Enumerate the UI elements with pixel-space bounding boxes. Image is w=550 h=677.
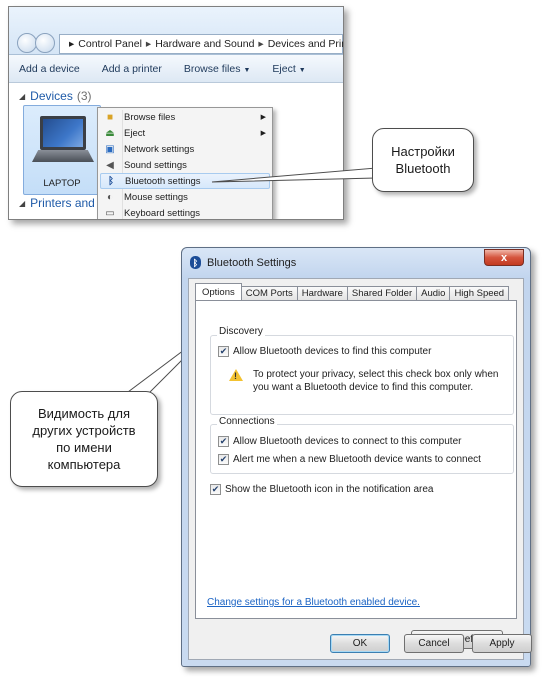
allow-connect-checkbox-row[interactable]: ✔ Allow Bluetooth devices to connect to …	[218, 436, 461, 447]
address-field[interactable]: ▸ Control Panel ▸ Hardware and Sound ▸ D…	[59, 34, 343, 54]
speaker-icon: ◀	[106, 159, 114, 171]
menu-item-mouse-settings[interactable]: ◐ Mouse settings	[100, 189, 270, 205]
menu-item-label: Keyboard settings	[124, 207, 201, 219]
options-panel: Discovery ✔ Allow Bluetooth devices to f…	[195, 300, 517, 619]
mouse-icon: ◐	[106, 191, 114, 203]
eject-button[interactable]: Eject ▼	[272, 63, 305, 75]
change-device-settings-link[interactable]: Change settings for a Bluetooth enabled …	[207, 597, 420, 608]
explorer-window: ▸ Control Panel ▸ Hardware and Sound ▸ D…	[8, 6, 344, 220]
tab-high-speed[interactable]: High Speed	[449, 286, 510, 300]
allow-connect-label: Allow Bluetooth devices to connect to th…	[233, 436, 462, 447]
connections-title: Connections	[217, 416, 277, 427]
add-device-label: Add a device	[19, 62, 80, 75]
folder-icon: ■	[106, 111, 114, 123]
back-button[interactable]	[17, 33, 37, 53]
bluetooth-icon: ᛒ	[190, 256, 201, 269]
menu-item-network-settings[interactable]: ▣ Network settings	[100, 141, 270, 157]
menu-item-eject[interactable]: ⏏ Eject ▶	[100, 125, 270, 141]
close-button[interactable]: x	[484, 249, 524, 266]
allow-find-label: Allow Bluetooth devices to find this com…	[233, 346, 432, 357]
browse-files-label: Browse files	[183, 62, 241, 75]
menu-item-sound-settings[interactable]: ◀ Sound settings	[100, 157, 270, 173]
bluetooth-settings-dialog: ᛒ Bluetooth Settings x Options COM Ports…	[181, 247, 532, 667]
dialog-title: Bluetooth Settings	[207, 256, 297, 269]
chevron-down-icon: ▼	[243, 66, 251, 74]
alert-checkbox-row[interactable]: ✔ Alert me when a new Bluetooth device w…	[218, 454, 481, 465]
warning-icon: !	[229, 369, 243, 381]
browse-files-button[interactable]: Browse files ▼	[184, 63, 251, 75]
forward-button[interactable]	[35, 33, 55, 53]
tab-shared-folder[interactable]: Shared Folder	[346, 286, 418, 300]
laptop-device-tile[interactable]: LAPTOP	[23, 105, 101, 195]
network-icon: ▣	[105, 143, 115, 155]
callout-discovery-visibility: Видимость для других устройств по имени …	[10, 391, 158, 487]
alert-checkbox[interactable]: ✔	[218, 454, 229, 465]
allow-find-checkbox[interactable]: ✔	[218, 346, 229, 357]
collapse-triangle-icon: ◢	[19, 198, 26, 208]
show-icon-label: Show the Bluetooth icon in the notificat…	[225, 484, 434, 495]
breadcrumb-control-panel[interactable]: Control Panel	[78, 38, 142, 50]
devices-count: (3)	[76, 89, 92, 103]
show-icon-checkbox-row[interactable]: ✔ Show the Bluetooth icon in the notific…	[210, 484, 433, 495]
menu-item-label: Bluetooth settings	[125, 175, 201, 187]
callout-bluetooth-settings: Настройки Bluetooth	[372, 128, 474, 192]
breadcrumb-hardware-sound[interactable]: Hardware and Sound	[155, 38, 254, 50]
bluetooth-icon: ᛒ	[108, 175, 114, 187]
menu-item-label: Sound settings	[124, 159, 187, 171]
add-printer-button[interactable]: Add a printer	[102, 63, 162, 75]
devices-label: Devices	[30, 89, 73, 103]
collapse-triangle-icon: ◢	[19, 91, 26, 101]
device-name: LAPTOP	[43, 178, 81, 189]
tab-com-ports[interactable]: COM Ports	[240, 286, 298, 300]
breadcrumb-sep: ▸	[258, 38, 264, 50]
submenu-arrow-icon: ▶	[260, 130, 266, 137]
dialog-body: Options COM Ports Hardware Shared Folder…	[188, 278, 524, 660]
discovery-title: Discovery	[217, 326, 265, 337]
command-bar: Add a device Add a printer Browse files ▼…	[9, 55, 343, 83]
breadcrumb-sep: ▸	[145, 38, 152, 50]
chevron-down-icon: ▼	[298, 66, 306, 74]
tab-hardware[interactable]: Hardware	[296, 286, 348, 300]
eject-label: Eject	[272, 62, 296, 75]
address-bar-area: ▸ Control Panel ▸ Hardware and Sound ▸ D…	[9, 7, 343, 55]
laptop-icon	[40, 116, 86, 150]
eject-icon: ⏏	[105, 127, 115, 139]
menu-item-label: Browse files	[124, 111, 176, 123]
tab-strip: Options COM Ports Hardware Shared Folder…	[195, 283, 510, 300]
keyboard-icon: ▭	[105, 207, 115, 219]
callout-text: Видимость для других устройств по имени …	[32, 406, 136, 472]
devices-section-header[interactable]: ◢ Devices (3)	[19, 89, 92, 103]
callout-text: Настройки Bluetooth	[391, 144, 455, 176]
laptop-base-shape	[32, 150, 94, 162]
privacy-warning-text: To protect your privacy, select this che…	[253, 369, 499, 393]
menu-item-keyboard-settings[interactable]: ▭ Keyboard settings	[100, 205, 270, 219]
dialog-title-bar: ᛒ Bluetooth Settings	[190, 256, 296, 269]
breadcrumb-devices-printers[interactable]: Devices and Printers	[268, 38, 343, 50]
apply-button[interactable]: Apply	[472, 634, 532, 653]
connections-group	[210, 424, 514, 474]
context-menu: ■ Browse files ▶ ⏏ Eject ▶ ▣ Network set…	[97, 107, 273, 219]
allow-connect-checkbox[interactable]: ✔	[218, 436, 229, 447]
menu-item-browse-files[interactable]: ■ Browse files ▶	[100, 109, 270, 125]
alert-label: Alert me when a new Bluetooth device wan…	[233, 454, 481, 465]
breadcrumb-sep: ▸	[69, 38, 75, 50]
tab-audio[interactable]: Audio	[416, 286, 451, 300]
menu-item-label: Network settings	[124, 143, 195, 155]
add-printer-label: Add a printer	[101, 62, 162, 75]
cancel-button[interactable]: Cancel	[404, 634, 464, 653]
menu-item-label: Mouse settings	[124, 191, 188, 203]
submenu-arrow-icon: ▶	[260, 114, 266, 121]
add-device-button[interactable]: Add a device	[19, 63, 80, 75]
menu-item-bluetooth-settings[interactable]: ᛒ Bluetooth settings	[100, 173, 270, 189]
close-icon: x	[500, 251, 508, 264]
allow-find-checkbox-row[interactable]: ✔ Allow Bluetooth devices to find this c…	[218, 346, 431, 357]
tab-options[interactable]: Options	[195, 283, 242, 300]
ok-button[interactable]: OK	[330, 634, 390, 653]
show-icon-checkbox[interactable]: ✔	[210, 484, 221, 495]
menu-item-label: Eject	[124, 127, 146, 139]
